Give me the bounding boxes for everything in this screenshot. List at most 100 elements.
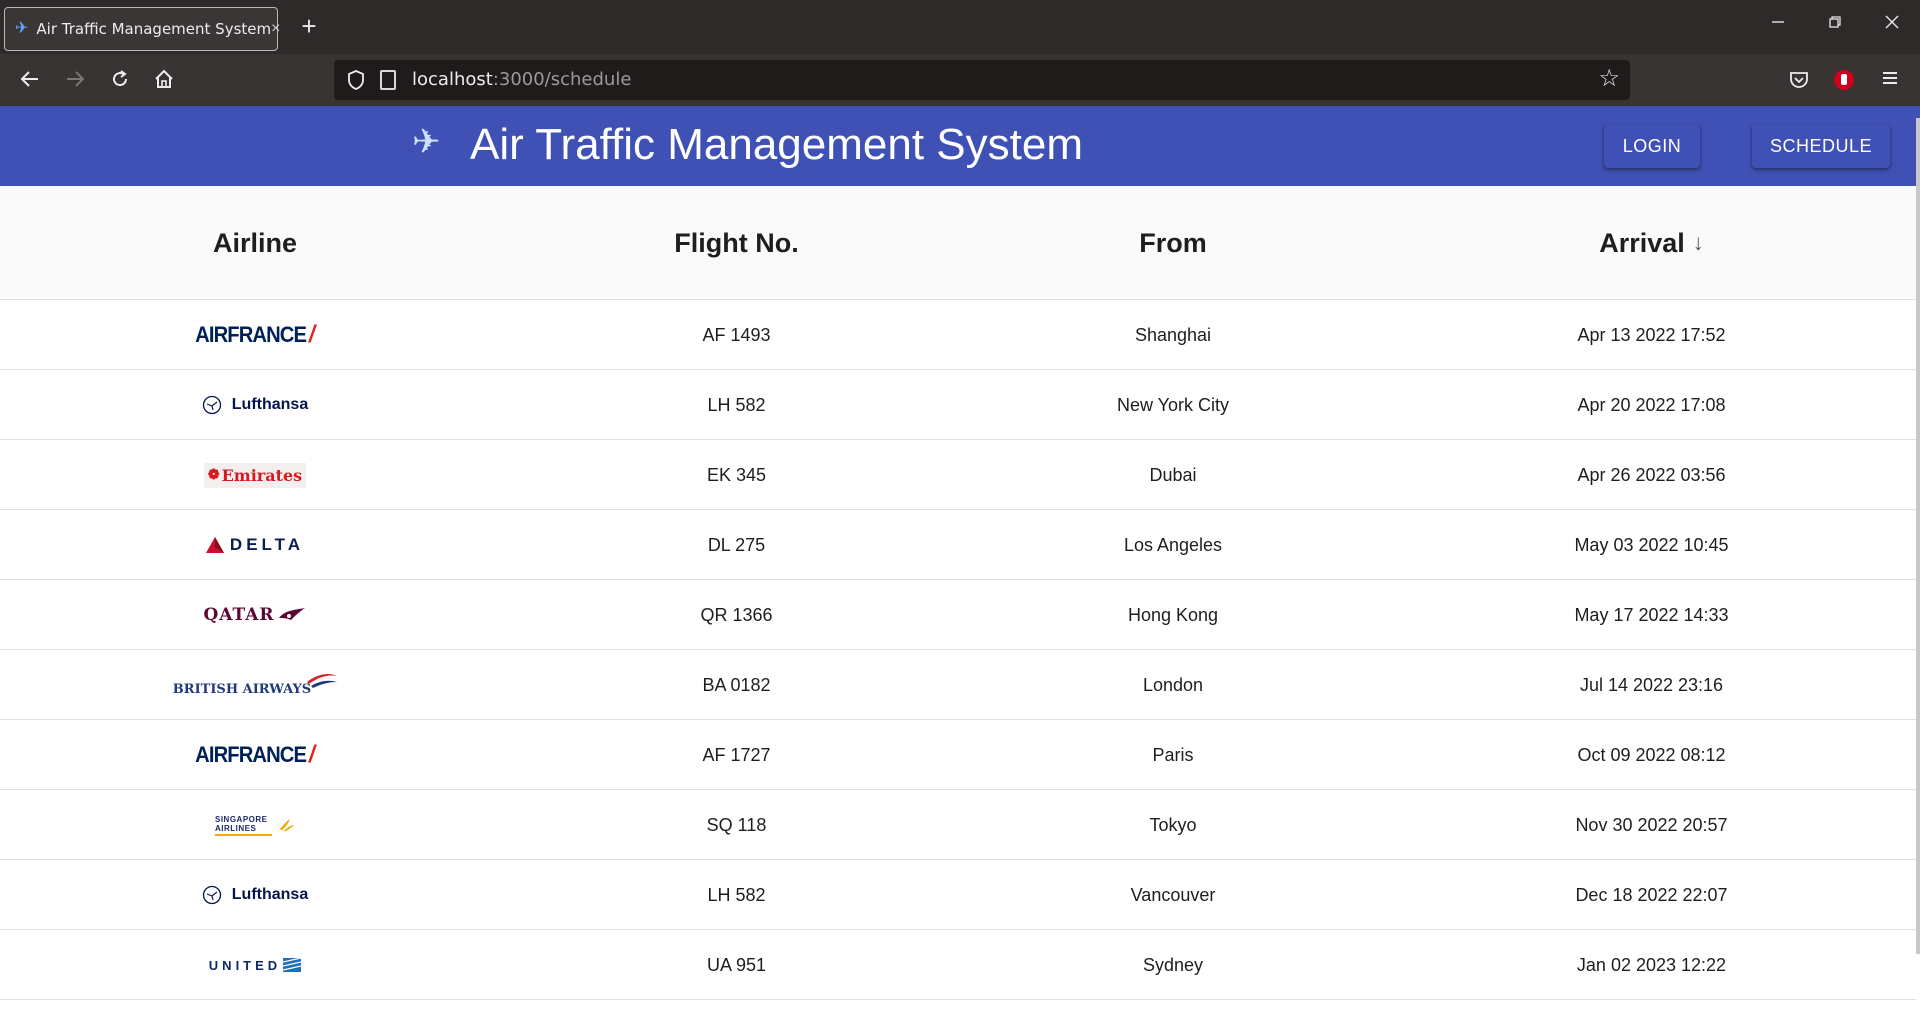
column-header-arrival[interactable]: Arrival ↓ bbox=[1383, 186, 1920, 300]
lufthansa-logo: Lufthansa bbox=[202, 395, 308, 415]
table-row[interactable]: DELTA DL 275 Los Angeles May 03 2022 10:… bbox=[0, 510, 1916, 580]
lufthansa-logo: Lufthansa bbox=[202, 885, 308, 905]
united-logo: UNITED bbox=[208, 957, 302, 973]
url-text[interactable]: localhost:3000/schedule bbox=[412, 69, 631, 90]
arrival-cell: Dec 18 2022 22:07 bbox=[1575, 884, 1728, 905]
arrival-cell: May 17 2022 14:33 bbox=[1574, 604, 1729, 625]
airline-cell: ❁ Emirates bbox=[0, 440, 510, 510]
origin-cell: Paris bbox=[1152, 744, 1194, 765]
flight-number-cell: LH 582 bbox=[707, 884, 766, 905]
back-icon[interactable] bbox=[18, 68, 42, 92]
login-button[interactable]: LOGIN bbox=[1604, 124, 1700, 168]
airline-logo-text: UNITED bbox=[208, 957, 282, 973]
table-row[interactable]: AIRFRANCE / AF 1493 Shanghai Apr 13 2022 … bbox=[0, 300, 1916, 370]
airline-cell: Lufthansa bbox=[0, 860, 510, 930]
home-icon[interactable] bbox=[152, 68, 176, 92]
bookmark-star-icon[interactable]: ☆ bbox=[1598, 67, 1620, 91]
united-globe-icon bbox=[283, 958, 302, 972]
british-airways-logo: BRITISH AIRWAYS bbox=[172, 674, 338, 697]
minimize-icon[interactable] bbox=[1768, 14, 1788, 34]
reload-icon[interactable] bbox=[108, 68, 132, 92]
page-info-icon[interactable] bbox=[380, 70, 396, 90]
sort-descending-icon[interactable]: ↓ bbox=[1693, 230, 1704, 256]
origin-cell: Sydney bbox=[1142, 954, 1204, 975]
app-header: ✈ Air Traffic Management System LOGIN SC… bbox=[0, 106, 1920, 186]
origin-cell: Shanghai bbox=[1134, 324, 1212, 345]
forward-icon[interactable] bbox=[63, 68, 87, 92]
tab-close-icon[interactable]: × bbox=[271, 20, 280, 38]
airline-logo-text: Emirates bbox=[221, 465, 303, 485]
flight-number-cell: AF 1493 bbox=[702, 324, 771, 345]
airline-logo-text: DELTA bbox=[229, 535, 305, 554]
table-row[interactable]: Lufthansa LH 582 New York City Apr 20 20… bbox=[0, 370, 1916, 440]
new-tab-button[interactable]: + bbox=[296, 13, 322, 40]
tracking-protection-shield-icon[interactable] bbox=[346, 69, 366, 91]
restore-icon[interactable] bbox=[1825, 14, 1845, 34]
arrival-cell: Oct 09 2022 08:12 bbox=[1577, 744, 1726, 765]
pocket-icon[interactable] bbox=[1787, 68, 1811, 92]
origin-cell: Hong Kong bbox=[1127, 604, 1219, 625]
qatar-logo: QATAR bbox=[203, 605, 306, 625]
column-header-airline[interactable]: Airline bbox=[0, 186, 510, 300]
airline-logo-text: QATAR bbox=[203, 605, 275, 625]
british-airways-speedmarque-icon bbox=[307, 674, 338, 688]
delta-widget-icon bbox=[205, 537, 224, 553]
browser-tab-bar: ✈ Air Traffic Management System × + bbox=[0, 0, 1920, 54]
origin-cell: New York City bbox=[1116, 394, 1230, 415]
column-header-from[interactable]: From bbox=[963, 186, 1383, 300]
table-header-row: Airline Flight No. From Arrival ↓ bbox=[0, 186, 1916, 300]
singapore-bird-icon bbox=[279, 819, 295, 832]
column-header-label: Arrival bbox=[1599, 227, 1685, 258]
airfrance-logo: AIRFRANCE / bbox=[195, 741, 316, 768]
column-header-label: Flight No. bbox=[674, 227, 799, 258]
table-row[interactable]: BRITISH AIRWAYS BA 0182 London Jul 14 20… bbox=[0, 650, 1916, 720]
emirates-logo: ❁ Emirates bbox=[203, 462, 307, 488]
arrival-cell: May 03 2022 10:45 bbox=[1574, 534, 1729, 555]
table-row[interactable]: QATAR QR 1366 Hong Kong May 17 2022 14:3… bbox=[0, 580, 1916, 650]
table-row[interactable]: ❁ Emirates EK 345 Dubai Apr 26 2022 03:5… bbox=[0, 440, 1916, 510]
column-header-flight-no[interactable]: Flight No. bbox=[510, 186, 963, 300]
airline-logo-text: SINGAPORE AIRLINES bbox=[215, 815, 273, 836]
airplane-favicon-icon: ✈ bbox=[15, 20, 29, 37]
schedule-table: Airline Flight No. From Arrival ↓ AIRFRAN… bbox=[0, 186, 1916, 1000]
browser-tab[interactable]: ✈ Air Traffic Management System × bbox=[4, 7, 280, 51]
qatar-oryx-icon bbox=[278, 608, 305, 620]
flight-number-cell: BA 0182 bbox=[702, 674, 771, 695]
page-scrollbar[interactable] bbox=[1916, 118, 1920, 954]
airline-logo-text: Lufthansa bbox=[231, 396, 309, 413]
close-window-icon[interactable] bbox=[1882, 14, 1902, 34]
arrival-cell: Apr 13 2022 17:52 bbox=[1577, 324, 1726, 345]
table-row[interactable]: SINGAPORE AIRLINES SQ 118 Tokyo Nov 30 2… bbox=[0, 790, 1916, 860]
column-header-label: From bbox=[1139, 227, 1207, 258]
arrival-cell: Apr 20 2022 17:08 bbox=[1577, 394, 1726, 415]
table-row[interactable]: AIRFRANCE / AF 1727 Paris Oct 09 2022 08:… bbox=[0, 720, 1916, 790]
ublock-extension-icon[interactable] bbox=[1832, 68, 1856, 92]
airline-logo-text: AIRFRANCE bbox=[195, 742, 308, 767]
table-row[interactable]: Lufthansa LH 582 Vancouver Dec 18 2022 2… bbox=[0, 860, 1916, 930]
url-path: :3000/schedule bbox=[492, 69, 632, 90]
table-row[interactable]: UNITED UA 951 Sydney Jan 02 2023 12:22 bbox=[0, 930, 1916, 1000]
airline-logo-text: BRITISH AIRWAYS bbox=[172, 681, 312, 697]
lufthansa-crane-icon bbox=[202, 395, 221, 415]
airline-cell: AIRFRANCE / bbox=[0, 300, 510, 370]
url-bar[interactable]: localhost:3000/schedule ☆ bbox=[334, 60, 1630, 100]
app-title: Air Traffic Management System bbox=[470, 120, 1083, 169]
origin-cell: Los Angeles bbox=[1123, 534, 1223, 555]
arrival-cell: Nov 30 2022 20:57 bbox=[1575, 814, 1728, 835]
arrival-cell: Jul 14 2022 23:16 bbox=[1579, 674, 1724, 695]
origin-cell: London bbox=[1142, 674, 1204, 695]
airline-cell: DELTA bbox=[0, 510, 510, 580]
flight-number-cell: UA 951 bbox=[706, 954, 767, 975]
airline-cell: QATAR bbox=[0, 580, 510, 650]
tab-title: Air Traffic Management System bbox=[36, 20, 272, 38]
airline-logo-text: AIRFRANCE bbox=[195, 322, 308, 347]
menu-hamburger-icon[interactable] bbox=[1878, 68, 1902, 92]
column-header-label: Airline bbox=[212, 227, 298, 258]
delta-logo: DELTA bbox=[205, 535, 305, 555]
url-host: localhost bbox=[412, 69, 493, 90]
schedule-button[interactable]: SCHEDULE bbox=[1752, 124, 1890, 168]
origin-cell: Tokyo bbox=[1149, 814, 1197, 835]
singapore-airlines-logo: SINGAPORE AIRLINES bbox=[215, 813, 295, 837]
origin-cell: Vancouver bbox=[1130, 884, 1216, 905]
arrival-cell: Jan 02 2023 12:22 bbox=[1576, 954, 1727, 975]
